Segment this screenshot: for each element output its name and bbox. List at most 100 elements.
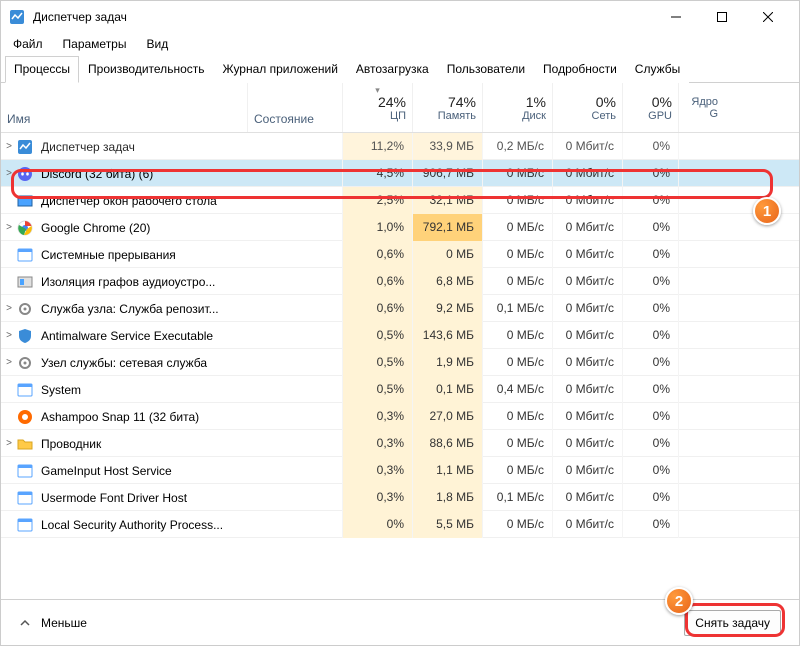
process-row[interactable]: >Проводник0,3%88,6 МБ0 МБ/с0 Мбит/с0% <box>1 430 799 457</box>
cpu-value: 4,5% <box>342 160 412 187</box>
col-name[interactable]: Имя <box>1 83 247 132</box>
col-state[interactable]: Состояние <box>247 83 342 132</box>
tab-details[interactable]: Подробности <box>534 56 626 83</box>
memory-value: 27,0 МБ <box>412 403 482 430</box>
expand-icon[interactable]: > <box>1 357 17 368</box>
network-value: 0 Мбит/с <box>552 403 622 430</box>
col-gpucore[interactable]: Ядро G <box>678 83 724 132</box>
disk-value: 0 МБ/с <box>482 187 552 214</box>
process-row[interactable]: Изоляция графов аудиоустро...0,6%6,8 МБ0… <box>1 268 799 295</box>
process-name: Диспетчер окон рабочего стола <box>37 194 247 208</box>
chevron-up-icon <box>19 617 31 629</box>
col-cpu[interactable]: ▾ 24% ЦП <box>342 83 412 132</box>
process-row[interactable]: >Discord (32 бита) (6)4,5%906,7 МБ0 МБ/с… <box>1 160 799 187</box>
gpu-value: 0% <box>622 322 678 349</box>
column-headers: Имя Состояние ▾ 24% ЦП 74% Память 1% Дис… <box>1 83 799 133</box>
disk-value: 0,2 МБ/с <box>482 133 552 160</box>
process-row[interactable]: GameInput Host Service0,3%1,1 МБ0 МБ/с0 … <box>1 457 799 484</box>
gpucore-value <box>678 403 724 430</box>
process-icon <box>17 328 33 344</box>
menu-view[interactable]: Вид <box>142 35 172 53</box>
cpu-value: 11,2% <box>342 133 412 160</box>
process-row[interactable]: Ashampoo Snap 11 (32 бита)0,3%27,0 МБ0 М… <box>1 403 799 430</box>
gpu-value: 0% <box>622 133 678 160</box>
network-value: 0 Мбит/с <box>552 349 622 376</box>
tab-apphistory[interactable]: Журнал приложений <box>214 56 347 83</box>
gpucore-value <box>678 133 724 160</box>
memory-value: 0,1 МБ <box>412 376 482 403</box>
disk-value: 0 МБ/с <box>482 241 552 268</box>
process-row[interactable]: Local Security Authority Process... 0% 5,5… <box>1 511 799 538</box>
disk-value: 0 МБ/с <box>482 160 552 187</box>
memory-value: 0 МБ <box>412 241 482 268</box>
expand-icon[interactable]: > <box>1 141 17 152</box>
menu-file[interactable]: Файл <box>9 35 47 53</box>
disk-value: 0 МБ/с <box>482 457 552 484</box>
process-icon <box>17 355 33 371</box>
tab-processes[interactable]: Процессы <box>5 56 79 83</box>
minimize-button[interactable] <box>653 1 699 33</box>
cpu-value: 0,5% <box>342 349 412 376</box>
memory-value: 143,6 МБ <box>412 322 482 349</box>
menu-options[interactable]: Параметры <box>59 35 131 53</box>
process-name: Узел службы: сетевая служба <box>37 356 247 370</box>
gpucore-value <box>678 295 724 322</box>
gpu-value: 0% <box>622 457 678 484</box>
expand-icon[interactable]: > <box>1 330 17 341</box>
memory-value: 5,5 МБ <box>412 511 482 538</box>
tab-performance[interactable]: Производительность <box>79 56 213 83</box>
process-name: Local Security Authority Process... <box>37 518 247 532</box>
process-row[interactable]: >Диспетчер задач11,2%33,9 МБ0,2 МБ/с0 Мб… <box>1 133 799 160</box>
process-icon <box>17 517 33 533</box>
process-name: Изоляция графов аудиоустро... <box>37 275 247 289</box>
fewer-details[interactable]: Меньше <box>19 616 87 630</box>
maximize-button[interactable] <box>699 1 745 33</box>
col-disk[interactable]: 1% Диск <box>482 83 552 132</box>
process-icon <box>17 409 33 425</box>
disk-value: 0 МБ/с <box>482 430 552 457</box>
expand-icon[interactable]: > <box>1 303 17 314</box>
tab-services[interactable]: Службы <box>626 56 689 83</box>
cpu-value: 0,3% <box>342 430 412 457</box>
process-name: Google Chrome (20) <box>37 221 247 235</box>
process-row[interactable]: Системные прерывания0,6%0 МБ0 МБ/с0 Мбит… <box>1 241 799 268</box>
gpu-value: 0% <box>622 484 678 511</box>
cpu-value: 0,3% <box>342 403 412 430</box>
disk-value: 0 МБ/с <box>482 349 552 376</box>
process-name: Диспетчер задач <box>37 140 247 154</box>
process-row[interactable]: System0,5%0,1 МБ0,4 МБ/с0 Мбит/с0% <box>1 376 799 403</box>
process-row[interactable]: Диспетчер окон рабочего стола2,5%32,1 МБ… <box>1 187 799 214</box>
network-value: 0 Мбит/с <box>552 295 622 322</box>
tab-users[interactable]: Пользователи <box>438 56 534 83</box>
process-row[interactable]: >Google Chrome (20)1,0%792,1 МБ0 МБ/с0 М… <box>1 214 799 241</box>
col-network[interactable]: 0% Сеть <box>552 83 622 132</box>
memory-value: 1,8 МБ <box>412 484 482 511</box>
process-row[interactable]: >Antimalware Service Executable0,5%143,6… <box>1 322 799 349</box>
app-icon <box>9 9 25 25</box>
expand-icon[interactable]: > <box>1 438 17 449</box>
end-task-button[interactable]: Снять задачу <box>684 610 781 636</box>
process-icon <box>17 274 33 290</box>
gpucore-value <box>678 484 724 511</box>
cpu-value: 0,6% <box>342 241 412 268</box>
network-value: 0 Мбит/с <box>552 241 622 268</box>
gpu-value: 0% <box>622 214 678 241</box>
col-memory[interactable]: 74% Память <box>412 83 482 132</box>
disk-value: 0,4 МБ/с <box>482 376 552 403</box>
cpu-value: 0,5% <box>342 376 412 403</box>
process-icon <box>17 490 33 506</box>
close-button[interactable] <box>745 1 791 33</box>
expand-icon[interactable]: > <box>1 222 17 233</box>
gpucore-value <box>678 511 724 538</box>
gpu-value: 0% <box>622 511 678 538</box>
process-row[interactable]: Usermode Font Driver Host0,3%1,8 МБ0,1 М… <box>1 484 799 511</box>
expand-icon[interactable]: > <box>1 168 17 179</box>
titlebar[interactable]: Диспетчер задач <box>1 1 799 33</box>
process-name: Usermode Font Driver Host <box>37 491 247 505</box>
gpu-value: 0% <box>622 376 678 403</box>
process-row[interactable]: >Служба узла: Служба репозит...0,6%9,2 М… <box>1 295 799 322</box>
gpucore-value <box>678 430 724 457</box>
process-row[interactable]: >Узел службы: сетевая служба0,5%1,9 МБ0 … <box>1 349 799 376</box>
tab-startup[interactable]: Автозагрузка <box>347 56 438 83</box>
col-gpu[interactable]: 0% GPU <box>622 83 678 132</box>
